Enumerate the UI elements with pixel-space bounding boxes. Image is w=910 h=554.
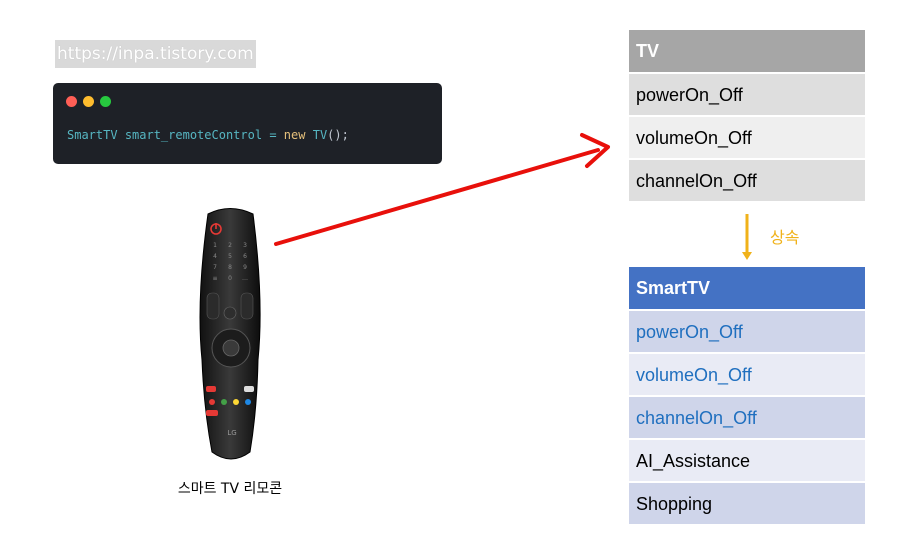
- svg-text:6: 6: [243, 253, 247, 260]
- smarttv-method-row: channelOn_Off: [629, 395, 865, 438]
- svg-text:1: 1: [213, 242, 217, 249]
- tv-method-row: volumeOn_Off: [629, 115, 865, 158]
- tv-method-row: powerOn_Off: [629, 72, 865, 115]
- remote-caption: 스마트 TV 리모콘: [177, 481, 283, 497]
- svg-text:…: …: [242, 275, 248, 282]
- inheritance-arrow: [742, 214, 752, 260]
- remote-control-icon: 1 2 3 4 5 6 7 8 9 ≡ 0 … LG: [199, 208, 261, 460]
- svg-text:7: 7: [213, 264, 217, 271]
- remote-mic-icon: [223, 306, 237, 320]
- remote-brand-logo: LG: [227, 429, 236, 437]
- smarttv-method-row: AI_Assistance: [629, 438, 865, 481]
- svg-text:0: 0: [228, 275, 232, 282]
- svg-text:5: 5: [228, 253, 232, 260]
- svg-text:2: 2: [228, 242, 232, 249]
- tv-method-row: channelOn_Off: [629, 158, 865, 201]
- smarttv-method-row: volumeOn_Off: [629, 352, 865, 395]
- tv-class-table: TV powerOn_Off volumeOn_Off channelOn_Of…: [629, 30, 865, 201]
- smarttv-class-header: SmartTV: [629, 267, 865, 309]
- svg-text:8: 8: [228, 264, 232, 271]
- instance-arrow: [274, 133, 610, 246]
- svg-text:4: 4: [213, 253, 217, 260]
- smarttv-method-row: Shopping: [629, 481, 865, 524]
- tv-class-header: TV: [629, 30, 865, 72]
- svg-text:3: 3: [243, 242, 247, 249]
- inheritance-label: 상속: [770, 228, 800, 247]
- smarttv-class-table: SmartTV powerOn_Off volumeOn_Off channel…: [629, 267, 865, 524]
- svg-text:9: 9: [243, 264, 247, 271]
- smarttv-method-row: powerOn_Off: [629, 309, 865, 352]
- remote-netflix-button: [206, 386, 216, 392]
- svg-text:≡: ≡: [212, 275, 217, 282]
